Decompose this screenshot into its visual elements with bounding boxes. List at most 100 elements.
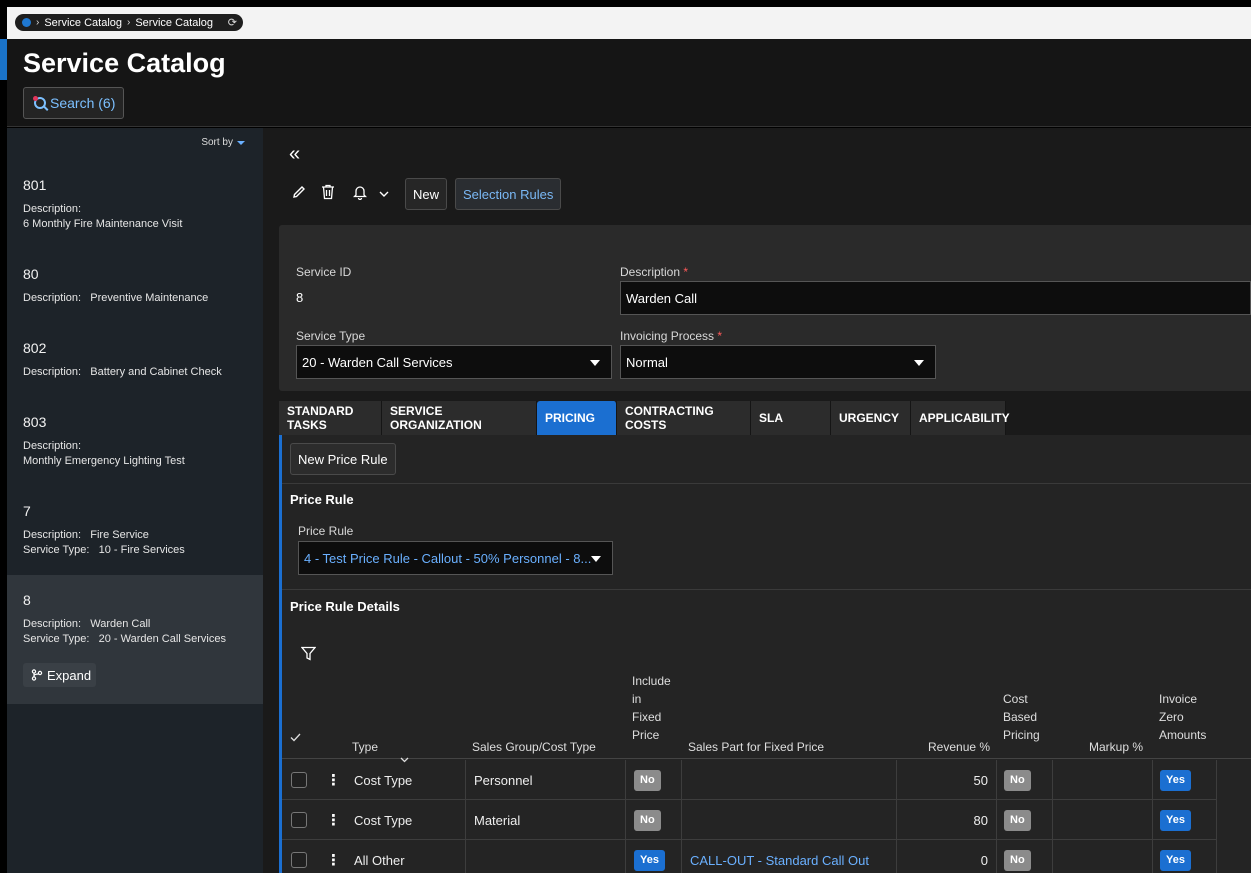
column-divider [996, 800, 997, 840]
list-item-line: 6 Monthly Fire Maintenance Visit [23, 218, 183, 230]
caret-down-icon [914, 360, 924, 366]
column-header-sales-group[interactable]: Sales Group/Cost Type [472, 738, 596, 756]
tab-pricing[interactable]: PRICING [537, 401, 617, 435]
breadcrumb-item[interactable]: Service Catalog [135, 17, 213, 29]
top-strip [0, 0, 1251, 7]
tab-urgency[interactable]: URGENCY [831, 401, 911, 435]
row-menu-icon[interactable]: ⋮ [326, 771, 341, 789]
breadcrumb-item[interactable]: Service Catalog [44, 17, 122, 29]
column-header-include-fixed-price[interactable]: Include in Fixed Price [632, 672, 671, 744]
row-menu-icon[interactable]: ⋮ [326, 851, 341, 869]
collapse-list-icon[interactable]: « [289, 143, 300, 166]
tab-sla[interactable]: SLA [751, 401, 831, 435]
header-line: Pricing [1003, 728, 1040, 742]
tab-contracting-costs[interactable]: CONTRACTING COSTS [617, 401, 751, 435]
invoicing-label: Invoicing Process * [620, 329, 722, 343]
service-type-value: 20 - Warden Call Services [302, 354, 453, 370]
search-icon [33, 96, 46, 109]
caret-down-icon [590, 360, 600, 366]
list-item[interactable]: 803 Description: Monthly Emergency Light… [7, 414, 263, 469]
column-header-cost-based-pricing[interactable]: Cost Based Pricing [1003, 690, 1040, 744]
column-header-invoice-zero-amounts[interactable]: Invoice Zero Amounts [1159, 690, 1206, 744]
chevron-right-icon: › [36, 17, 40, 28]
caret-down-icon [237, 140, 245, 145]
delete-icon[interactable] [309, 184, 347, 205]
divider [282, 589, 1251, 590]
bell-icon[interactable] [347, 184, 373, 205]
cell-sales-part[interactable]: CALL-OUT - Standard Call Out [690, 840, 869, 873]
invoice-zero-badge[interactable]: Yes [1160, 849, 1191, 871]
invoice-zero-badge[interactable]: Yes [1160, 809, 1191, 831]
new-button[interactable]: New [405, 178, 448, 210]
expand-button[interactable]: Expand [23, 663, 96, 687]
home-dot-icon[interactable] [22, 18, 31, 27]
invoicing-select[interactable]: Normal [620, 345, 936, 379]
row-menu-icon[interactable]: ⋮ [326, 811, 341, 829]
cell-sales-group: Material [474, 812, 521, 828]
select-all-checkmark-icon[interactable] [290, 729, 301, 747]
column-divider [996, 760, 997, 800]
list-item[interactable]: 801 Description: 6 Monthly Fire Maintena… [7, 177, 263, 232]
column-divider [465, 840, 466, 873]
tab-service-organization[interactable]: SERVICE ORGANIZATION [382, 401, 537, 435]
list-item-selected[interactable]: 8 Description: Warden Call Service Type:… [7, 575, 263, 704]
cost-based-pricing-badge[interactable]: No [1004, 849, 1031, 871]
row-checkbox[interactable] [291, 852, 307, 868]
selection-rules-button[interactable]: Selection Rules [455, 178, 562, 210]
required-mark: * [683, 265, 689, 279]
search-label: Search (6) [50, 95, 116, 111]
filter-icon[interactable] [300, 646, 317, 664]
cell-revenue: 80 [973, 812, 988, 828]
divider [282, 483, 1251, 484]
tab-bar: STANDARD TASKS SERVICE ORGANIZATION PRIC… [279, 401, 1010, 435]
search-button[interactable]: Search (6) [23, 87, 124, 119]
include-fixed-price-badge[interactable]: Yes [634, 849, 665, 871]
include-fixed-price-badge[interactable]: No [634, 809, 661, 831]
row-checkbox[interactable] [291, 812, 307, 828]
row-checkbox[interactable] [291, 772, 307, 788]
tab-standard-tasks[interactable]: STANDARD TASKS [279, 401, 382, 435]
list-item[interactable]: 80 Description: Preventive Maintenance [7, 266, 263, 306]
column-header-sales-part[interactable]: Sales Part for Fixed Price [688, 738, 824, 756]
price-rule-label: Price Rule [298, 524, 354, 538]
refresh-icon[interactable]: ⟳ [228, 16, 237, 29]
table-row[interactable]: ⋮ All Other Yes CALL-OUT - Standard Call… [282, 840, 1217, 873]
column-divider [1216, 800, 1217, 840]
column-header-revenue[interactable]: Revenue % [928, 738, 990, 756]
include-fixed-price-badge[interactable]: No [634, 769, 661, 791]
new-price-rule-button[interactable]: New Price Rule [290, 443, 396, 475]
table-row[interactable]: ⋮ Cost Type Material No 80 No Yes [282, 800, 1217, 840]
pricing-panel: New Price Rule Price Rule Price Rule 4 -… [279, 435, 1251, 873]
price-rule-value: 4 - Test Price Rule - Callout - 50% Pers… [304, 550, 592, 566]
column-header-type[interactable]: Type [352, 738, 378, 756]
column-header-markup[interactable]: Markup % [1089, 738, 1143, 756]
chevron-down-icon[interactable] [373, 188, 395, 200]
description-field[interactable]: Warden Call [620, 281, 1251, 315]
cost-based-pricing-badge[interactable]: No [1004, 809, 1031, 831]
edit-icon[interactable] [289, 184, 309, 205]
service-type-select[interactable]: 20 - Warden Call Services [296, 345, 612, 379]
caret-down-icon [591, 556, 601, 562]
list-item-line: Description: [23, 203, 82, 215]
list-item-id: 802 [23, 340, 47, 356]
price-rule-select[interactable]: 4 - Test Price Rule - Callout - 50% Pers… [298, 541, 613, 575]
list-item-id: 803 [23, 414, 47, 430]
description-label-text: Description [620, 265, 681, 279]
list-item-id: 7 [23, 503, 31, 519]
list-item[interactable]: 7 Description: Fire Service Service Type… [7, 503, 263, 558]
toolbar: New Selection Rules [289, 178, 569, 210]
column-divider [1152, 760, 1153, 800]
list-item[interactable]: 802 Description: Battery and Cabinet Che… [7, 340, 263, 380]
table-row[interactable]: ⋮ Cost Type Personnel No 50 No Yes [282, 760, 1217, 800]
invoice-zero-badge[interactable]: Yes [1160, 769, 1191, 791]
header-line: Include [632, 674, 671, 688]
column-divider [681, 800, 682, 840]
cost-based-pricing-badge[interactable]: No [1004, 769, 1031, 791]
price-rule-section-title: Price Rule [290, 492, 354, 507]
sort-by-control[interactable]: Sort by [201, 137, 245, 148]
list-item-line: Description: [23, 440, 82, 452]
list-item-line: Description: Fire Service [23, 529, 149, 541]
invoicing-value: Normal [626, 354, 668, 370]
tab-applicability[interactable]: APPLICABILITY [911, 401, 1010, 435]
column-divider [465, 800, 466, 840]
